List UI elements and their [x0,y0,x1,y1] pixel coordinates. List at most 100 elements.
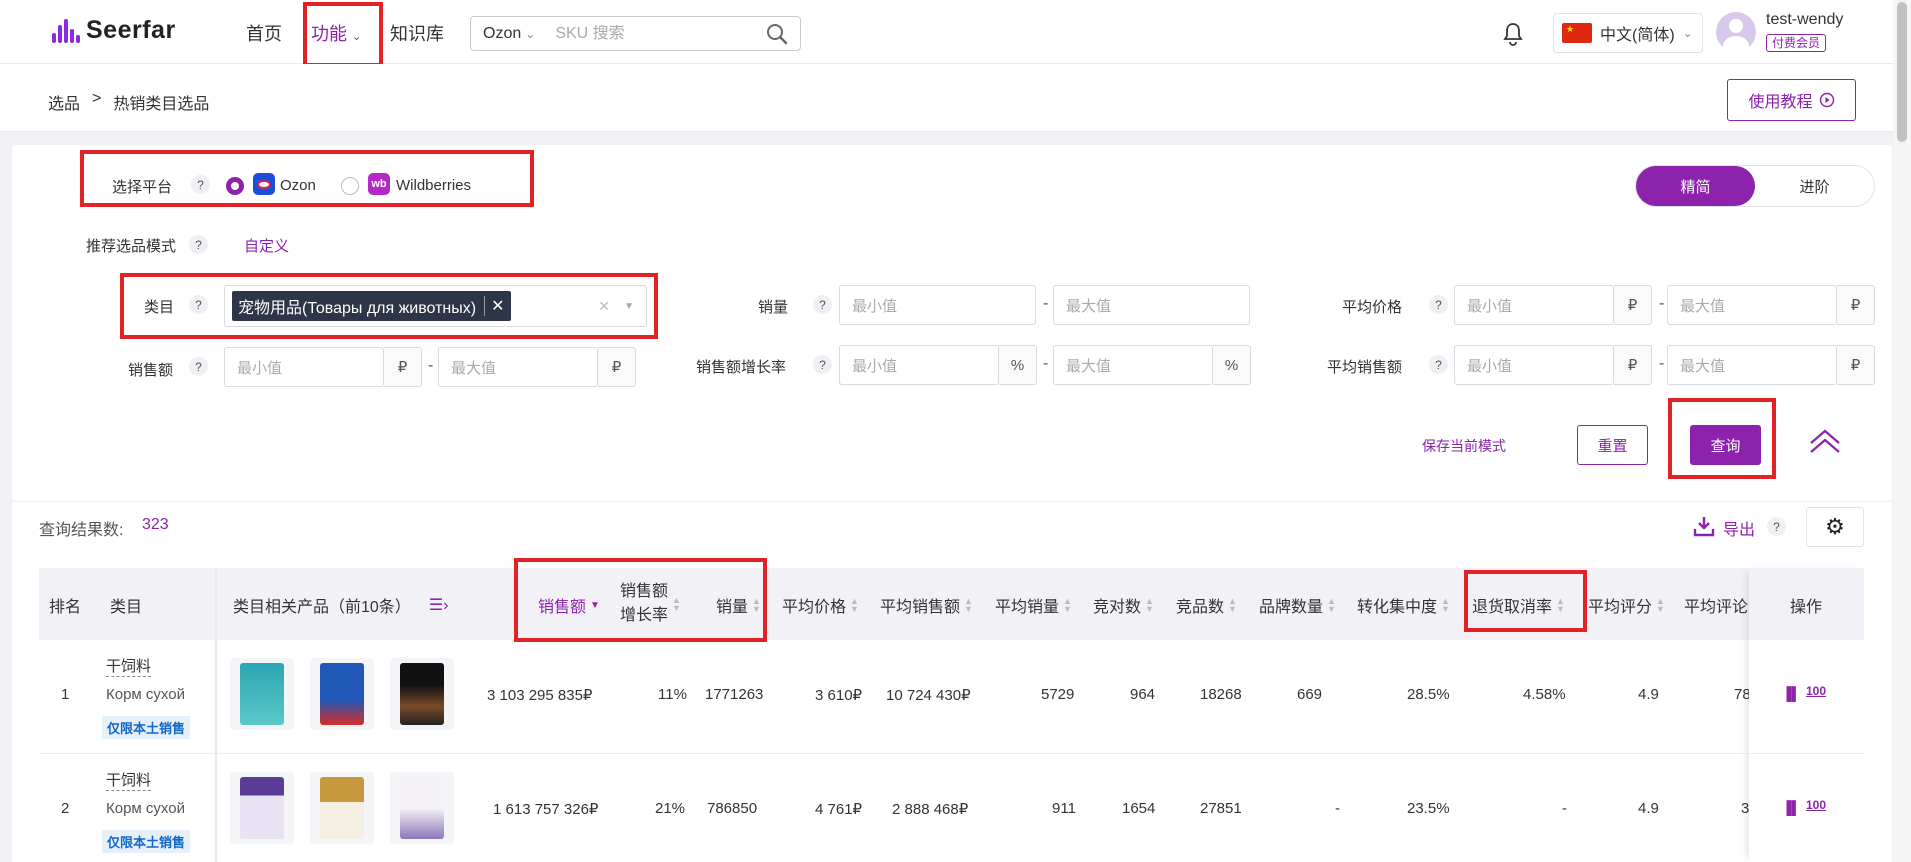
col-competing-products[interactable]: 竞品数 ▲ ▼ [1176,593,1237,617]
help-icon[interactable]: ? [189,295,208,314]
wildberries-logo-icon: wb [368,173,390,195]
avg-rating-cell: 4.9 [1638,800,1659,817]
sales-qty-min-input[interactable]: 最小值 [839,285,1036,325]
top100-icon[interactable]: 100 [1806,684,1826,698]
bar-chart-icon[interactable]: ▐▌ [1782,686,1800,701]
bar-chart-icon[interactable]: ▐▌ [1782,800,1800,815]
platform-select-label: Ozon [483,24,522,42]
col-revenue-growth[interactable]: 销售额 增长率 ▲ ▼ [620,580,681,628]
category-select[interactable]: 宠物用品(Товары для животных) ✕ ✕ ▼ [224,285,647,327]
category-zh[interactable]: 干饲料 [106,769,152,791]
ozon-label[interactable]: Ozon [280,177,316,194]
revenue-max-input[interactable]: 最大值 [438,347,598,387]
help-icon[interactable]: ? [1429,295,1448,314]
avg-price-min-input[interactable]: 最小值 [1454,285,1614,325]
query-button[interactable]: 查询 [1690,425,1761,465]
return-rate-cell: - [1562,800,1567,817]
product-thumbnail[interactable] [390,772,454,844]
col-avg-reviews[interactable]: 平均评论 [1684,593,1748,617]
seerfar-logo[interactable]: Seerfar [52,16,176,45]
search-icon[interactable] [766,23,788,45]
table-settings-button[interactable]: ⚙ [1806,507,1864,547]
col-return-rate[interactable]: 退货取消率 ▲ ▼ [1472,593,1565,617]
tag-close-icon[interactable]: ✕ [484,296,505,316]
range-dash: - [1043,295,1049,312]
help-icon[interactable]: ? [813,355,832,374]
collapse-chevron-icon[interactable] [1808,425,1842,455]
language-select[interactable]: 中文(简体) ⌄ [1553,13,1703,53]
top100-icon[interactable]: 100 [1806,798,1826,812]
tutorial-button-label: 使用教程 [1748,94,1813,111]
col-avg-rating[interactable]: 平均评分 ▲ ▼ [1588,593,1665,617]
clear-icon[interactable]: ✕ [598,298,610,315]
avg-price-max-input[interactable]: 最大值 [1667,285,1837,325]
help-icon[interactable]: ? [189,357,208,376]
mode-advanced-button[interactable]: 进阶 [1755,166,1874,206]
page-scrollbar[interactable] [1893,0,1911,862]
sort-icon: ▲ ▼ [1556,596,1565,614]
expand-list-icon[interactable]: ☰› [429,595,449,615]
product-thumbnail[interactable] [390,658,454,730]
category-label: 类目 [144,299,175,316]
local-only-tag: 仅限本土销售 [102,716,191,739]
conversion-cell: 28.5% [1407,686,1450,703]
revenue-growth-min-input[interactable]: 最小值 [839,345,999,385]
bell-icon[interactable] [1502,22,1524,46]
return-rate-cell: 4.58% [1523,686,1566,703]
wildberries-radio[interactable] [341,177,359,195]
col-qty[interactable]: 销量 ▲ ▼ [716,593,761,617]
help-icon[interactable]: ? [1767,517,1786,536]
product-thumbnail[interactable] [310,772,374,844]
wildberries-label[interactable]: Wildberries [396,177,471,194]
revenue-min-input[interactable]: 最小值 [224,347,384,387]
breadcrumb-parent[interactable]: 选品 [48,90,80,114]
download-icon[interactable] [1693,515,1715,537]
competing-products-cell: 18268 [1200,686,1242,703]
percent-unit: % [1213,345,1251,385]
nav-home[interactable]: 首页 [246,20,282,46]
col-competitors[interactable]: 竞对数 ▲ ▼ [1093,593,1154,617]
ozon-radio[interactable] [226,177,244,195]
sales-qty-max-input[interactable]: 最大值 [1053,285,1250,325]
mode-simple-button[interactable]: 精简 [1636,166,1755,206]
col-revenue[interactable]: 销售额 ▼ [538,593,600,617]
help-icon[interactable]: ? [189,235,208,254]
col-conversion[interactable]: 转化集中度 ▲ ▼ [1357,593,1450,617]
col-avg-revenue[interactable]: 平均销售额 ▲ ▼ [880,593,973,617]
help-icon[interactable]: ? [813,295,832,314]
category-zh[interactable]: 干饲料 [106,655,152,677]
platform-select[interactable]: Ozon ⌄ [483,25,535,43]
product-thumbnail[interactable] [230,772,294,844]
reset-button[interactable]: 重置 [1577,425,1648,465]
col-brands[interactable]: 品牌数量 ▲ ▼ [1259,593,1336,617]
custom-mode-link[interactable]: 自定义 [244,235,289,256]
avg-price-cell: 3 610₽ [815,687,863,704]
brands-cell: - [1335,800,1340,817]
tutorial-button[interactable]: 使用教程 [1727,79,1856,121]
recommend-mode-label: 推荐选品模式 [86,238,177,255]
product-thumbnail[interactable] [310,658,374,730]
sort-icon: ▲ ▼ [964,596,973,614]
avg-revenue-cell: 2 888 468₽ [892,801,969,818]
col-avg-price[interactable]: 平均价格 ▲ ▼ [782,593,859,617]
col-actions: 操作 [1790,599,1823,616]
revenue-cell: 3 103 295 835₽ [487,687,593,704]
product-thumbnail[interactable] [230,658,294,730]
nav-knowledge-base[interactable]: 知识库 [390,20,444,46]
help-icon[interactable]: ? [1429,355,1448,374]
avg-reviews-cell: 78 [1734,686,1749,703]
revenue-cell: 1 613 757 326₽ [493,801,599,818]
caret-down-icon[interactable]: ▼ [624,301,634,312]
col-avg-qty[interactable]: 平均销量 ▲ ▼ [995,593,1072,617]
avg-revenue-min-input[interactable]: 最小值 [1454,345,1614,385]
help-icon[interactable]: ? [191,175,210,194]
sku-search-input[interactable] [555,24,766,43]
save-mode-link[interactable]: 保存当前模式 [1422,436,1506,456]
avatar[interactable] [1716,12,1756,52]
avg-revenue-max-input[interactable]: 最大值 [1667,345,1837,385]
export-button[interactable]: 导出 [1723,516,1755,540]
username[interactable]: test-wendy [1766,11,1843,29]
rub-unit: ₽ [1837,345,1875,385]
sort-icon: ▲ ▼ [1145,596,1154,614]
revenue-growth-max-input[interactable]: 最大值 [1053,345,1213,385]
